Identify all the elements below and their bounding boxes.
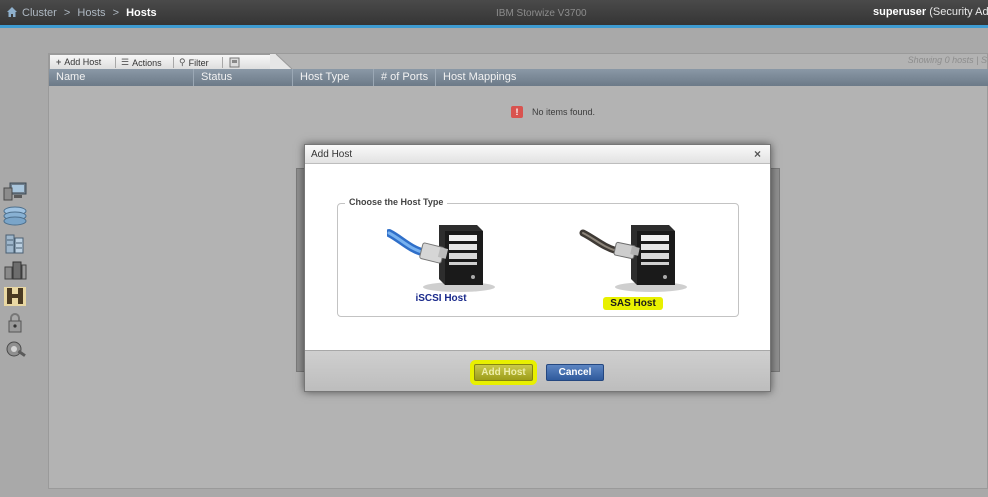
settings-icon[interactable]	[2, 338, 28, 360]
column-status[interactable]: Status	[194, 69, 293, 86]
add-host-toolbar-label: Add Host	[64, 57, 102, 67]
iscsi-host-icon	[387, 225, 495, 292]
column-host-mappings[interactable]: Host Mappings	[436, 69, 988, 86]
volumes-icon[interactable]	[2, 233, 28, 255]
access-icon[interactable]	[2, 312, 28, 334]
home-icon[interactable]	[6, 6, 18, 18]
toolbar: + Add Host ☰ Actions ⚲ Filter	[49, 54, 271, 69]
table-header: Name Status Host Type # of Ports Host Ma…	[49, 69, 988, 86]
breadcrumb-separator: >	[63, 7, 71, 19]
toolbar-divider	[222, 57, 223, 68]
dialog-title: Add Host	[311, 149, 353, 160]
breadcrumb-cluster[interactable]: Cluster	[22, 7, 57, 19]
column-name[interactable]: Name	[49, 69, 194, 86]
error-icon: !	[511, 106, 523, 118]
filter-label: Filter	[188, 57, 209, 68]
filter-button[interactable]: ⚲ Filter	[179, 57, 209, 68]
breadcrumb-current: Hosts	[126, 7, 157, 19]
export-icon[interactable]	[229, 57, 240, 68]
sas-label-wrap: SAS Host	[573, 293, 693, 311]
close-icon[interactable]: ×	[754, 147, 761, 161]
toolbar-divider	[173, 57, 174, 68]
breadcrumb-separator: >	[112, 7, 120, 19]
add-host-toolbar-button[interactable]: + Add Host	[56, 57, 101, 67]
username: superuser	[873, 6, 927, 18]
list-icon: ☰	[121, 57, 130, 67]
add-host-dialog: Add Host × Choose the Host Type iSCSI Ho…	[304, 144, 771, 392]
empty-state: ! No items found.	[511, 106, 595, 118]
empty-message: No items found.	[532, 107, 596, 117]
actions-button[interactable]: ☰ Actions	[121, 57, 162, 68]
toolbar-tab-edge	[270, 54, 293, 69]
host-type-legend: Choose the Host Type	[345, 197, 448, 207]
actions-label: Actions	[132, 57, 162, 68]
column-ports[interactable]: # of Ports	[374, 69, 436, 86]
top-bar: Cluster > Hosts > Hosts IBM Storwize V37…	[0, 0, 988, 28]
product-name: IBM Storwize V3700	[496, 8, 587, 19]
breadcrumb-hosts[interactable]: Hosts	[77, 7, 105, 19]
plus-icon: +	[56, 57, 62, 67]
item-count: Showing 0 hosts | S	[907, 55, 987, 65]
dialog-titlebar: Add Host ×	[305, 145, 770, 164]
pools-icon[interactable]	[2, 206, 28, 228]
sas-host-label: SAS Host	[603, 297, 663, 310]
add-host-button[interactable]: Add Host	[474, 364, 533, 381]
user-role: (Security Admi	[929, 6, 988, 18]
iscsi-host-option[interactable]: iSCSI Host	[381, 219, 501, 304]
toolbar-divider	[115, 57, 116, 68]
sas-host-icon	[579, 225, 687, 292]
cancel-button[interactable]: Cancel	[546, 364, 604, 381]
dialog-footer: Add Host Cancel	[305, 350, 770, 391]
copy-services-icon[interactable]	[2, 285, 28, 307]
breadcrumb: Cluster > Hosts > Hosts	[22, 7, 157, 19]
hosts-icon[interactable]	[2, 259, 28, 281]
iscsi-host-label: iSCSI Host	[415, 293, 467, 304]
magnifier-icon: ⚲	[179, 57, 186, 67]
dialog-body: Choose the Host Type iSCSI Host SAS Host	[305, 165, 770, 349]
user-menu[interactable]: superuser (Security Admi	[873, 6, 988, 18]
sas-host-option[interactable]: SAS Host	[573, 219, 693, 311]
monitoring-icon[interactable]	[2, 180, 28, 202]
column-host-type[interactable]: Host Type	[293, 69, 374, 86]
